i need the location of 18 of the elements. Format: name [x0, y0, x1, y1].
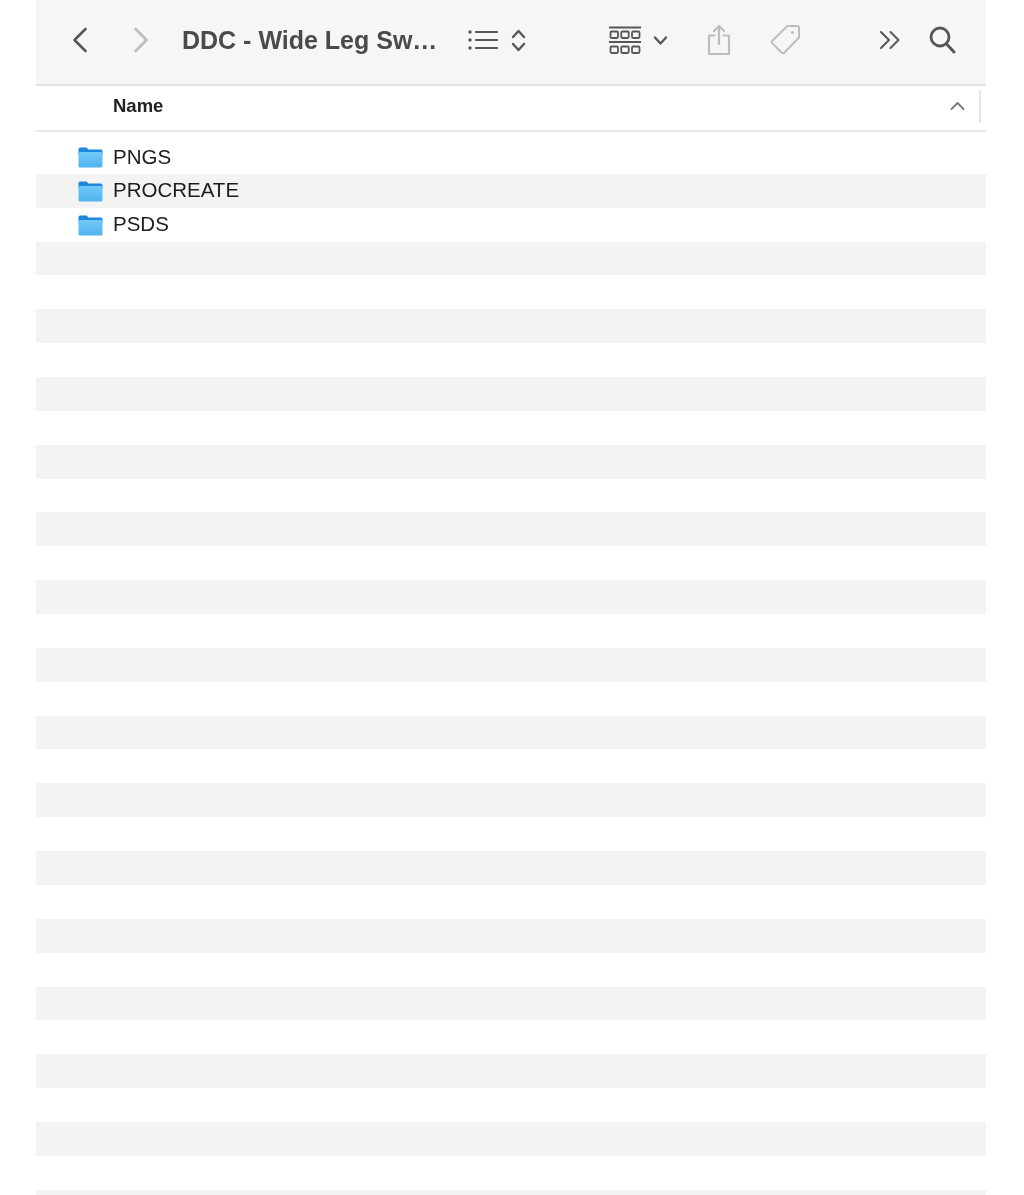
- chevron-down-icon[interactable]: [653, 34, 669, 46]
- column-header[interactable]: Name: [113, 94, 164, 118]
- list-icon[interactable]: [468, 29, 499, 51]
- folder-icon[interactable]: [78, 213, 103, 236]
- folder-icon[interactable]: [78, 145, 103, 168]
- folder-name[interactable]: PNGS: [113, 144, 172, 170]
- more-button[interactable]: [879, 29, 902, 51]
- search-button[interactable]: [929, 26, 957, 54]
- group-button[interactable]: [609, 25, 669, 55]
- folder-name[interactable]: PROCREATE: [113, 178, 240, 204]
- up-down-chevron-icon[interactable]: [511, 27, 527, 53]
- window-title: DDC - Wide Leg Sw…: [182, 25, 438, 55]
- folder-name[interactable]: PSDS: [113, 212, 169, 237]
- folder-icon[interactable]: [78, 179, 103, 202]
- view-options-button[interactable]: [468, 27, 527, 53]
- back-button[interactable]: [72, 27, 88, 53]
- chevron-up-icon[interactable]: [950, 101, 965, 111]
- grid-icon[interactable]: [609, 25, 642, 55]
